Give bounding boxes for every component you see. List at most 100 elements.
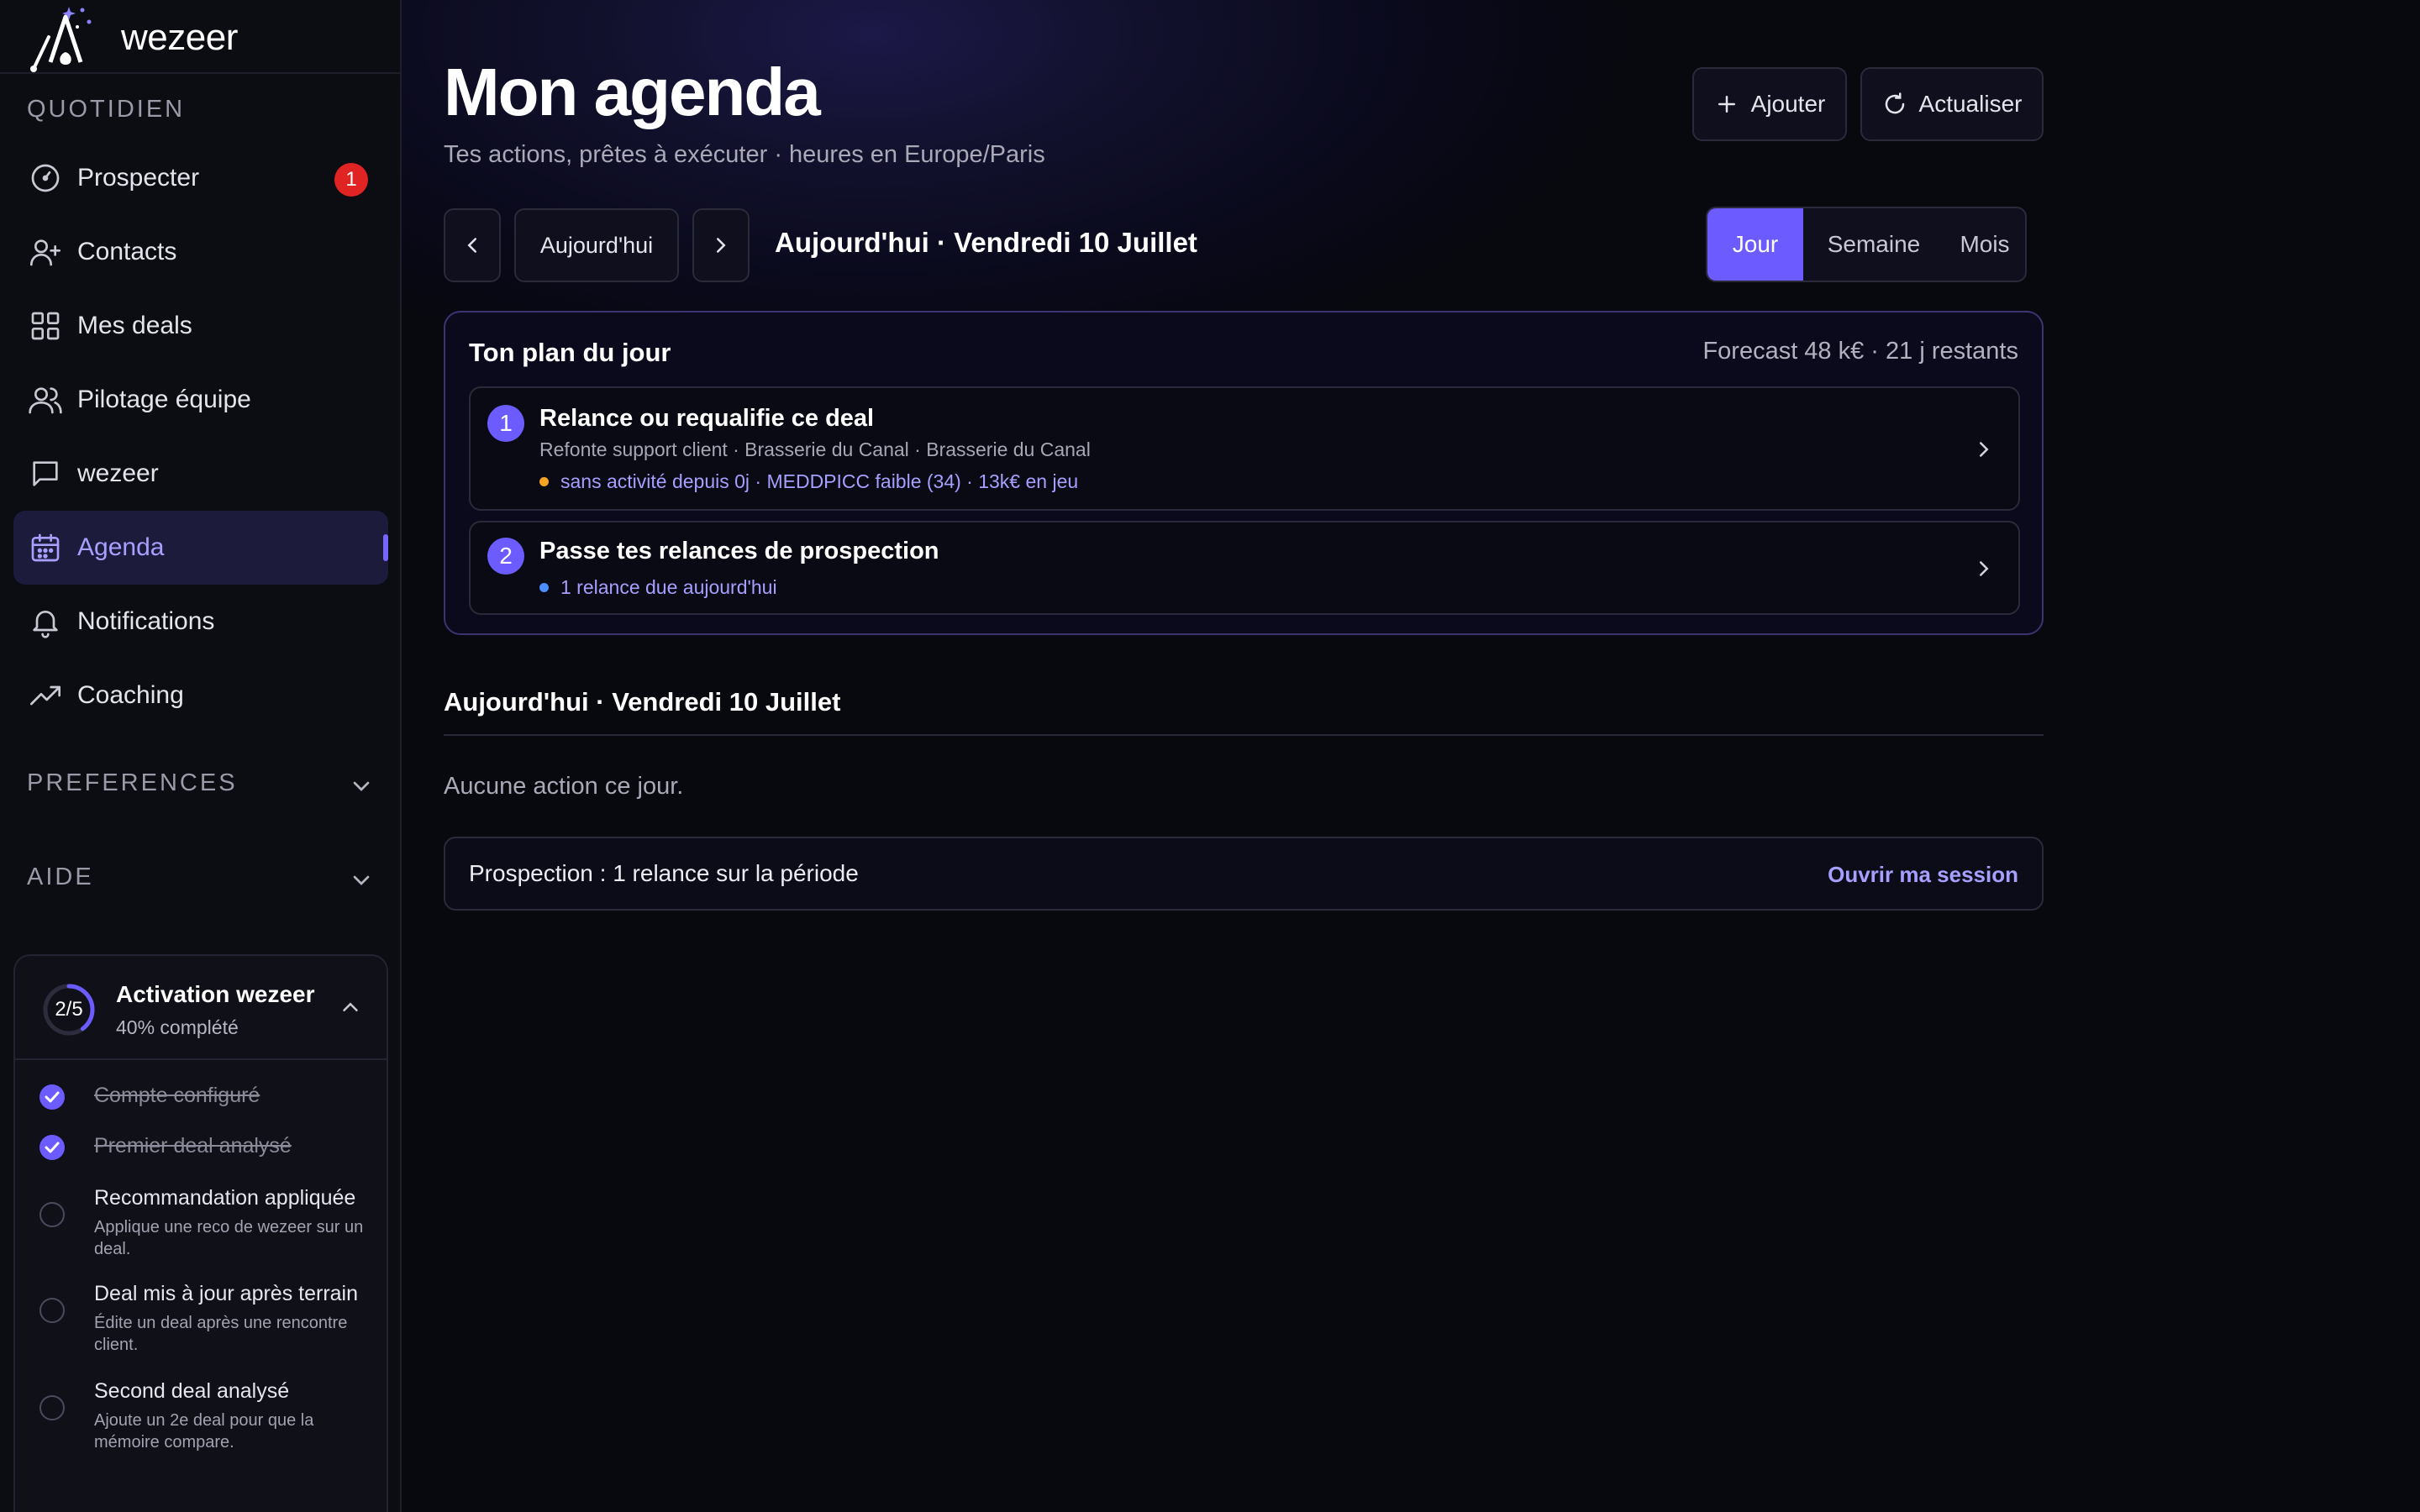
open-session-link[interactable]: Ouvrir ma session (1828, 862, 2018, 888)
gauge-icon (31, 164, 60, 192)
notification-count-badge: 1 (334, 163, 368, 197)
plan-item-number: 2 (487, 538, 524, 575)
checklist-item-description: Édite un deal après une rencontre client… (94, 1314, 348, 1354)
activation-subtitle: 40% complété (116, 1016, 239, 1038)
user-plus-icon (30, 239, 60, 266)
sidebar-item-label: wezeer (77, 459, 159, 487)
checklist-item-description: Applique une reco de wezeer sur un deal. (94, 1218, 364, 1258)
sidebar-item-contacts[interactable]: Contacts (13, 215, 388, 289)
refresh-button-label: Actualiser (1918, 91, 2023, 117)
sidebar-item-wezeer[interactable]: wezeer (13, 437, 388, 511)
grid-icon (31, 312, 60, 340)
wezeer-logo-icon (30, 7, 92, 72)
checklist-item-title: Deal mis à jour après terrain (94, 1282, 359, 1305)
brand[interactable]: wezeer (27, 3, 238, 72)
empty-circle-icon (39, 1202, 65, 1227)
sidebar-item-prospecter[interactable]: Prospecter 1 (13, 141, 388, 215)
sidebar-item-label: Coaching (77, 681, 184, 709)
daily-plan-panel: Ton plan du jour Forecast 48 k€ · 21 j r… (444, 311, 2044, 635)
status-dot (539, 583, 549, 592)
section-label-daily: QUOTIDIEN (27, 96, 186, 123)
checklist-item-title: Premier deal analysé (94, 1134, 292, 1158)
refresh-icon (1885, 92, 1904, 114)
view-day-tab[interactable]: Jour (1707, 208, 1803, 281)
activation-card: 2/5 Activation wezeer 40% complété Compt… (13, 954, 388, 1512)
plan-item[interactable]: 1 Relance ou requalifie ce deal Refonte … (469, 386, 2020, 511)
calendar-icon (31, 533, 60, 562)
chevron-left-icon (467, 238, 476, 253)
chevron-down-icon[interactable] (348, 867, 375, 894)
progress-ring-label: 2/5 (55, 998, 83, 1021)
day-heading: Aujourd'hui · Vendredi 10 Juillet (444, 687, 841, 717)
brand-name: wezeer (121, 17, 238, 58)
sidebar-item-notifications[interactable]: Notifications (13, 585, 388, 659)
sidebar-item-pilotage-equipe[interactable]: Pilotage équipe (13, 363, 388, 437)
add-button-label: Ajouter (1750, 91, 1826, 117)
plan-item-meta-text: sans activité depuis 0j · MEDDPICC faibl… (560, 470, 1079, 492)
page-title: Mon agenda (444, 55, 821, 129)
chevron-right-icon (717, 238, 726, 253)
status-dot (539, 477, 549, 486)
chevron-down-icon[interactable] (348, 773, 375, 800)
forecast-summary: Forecast 48 k€ · 21 j restants (1702, 338, 2018, 365)
sidebar-item-label: Agenda (77, 533, 165, 561)
sidebar-item-mes-deals[interactable]: Mes deals (13, 289, 388, 363)
sidebar-item-agenda[interactable]: Agenda (13, 511, 388, 585)
checklist-item-title: Second deal analysé (94, 1379, 290, 1403)
view-week-tab[interactable]: Semaine (1803, 208, 1944, 281)
next-period-button[interactable] (692, 208, 750, 282)
checklist-item-title: Recommandation appliquée (94, 1186, 356, 1210)
plan-item-meta-text: 1 relance due aujourd'hui (560, 576, 777, 598)
sidebar-item-label: Prospecter (77, 164, 200, 192)
prospection-banner: Prospection : 1 relance sur la période O… (444, 837, 2044, 911)
empty-circle-icon (39, 1298, 65, 1323)
today-button-label: Aujourd'hui (539, 232, 654, 258)
sidebar-item-coaching[interactable]: Coaching (13, 659, 388, 732)
chevron-right-icon (1980, 442, 1989, 457)
chat-icon (33, 461, 58, 486)
check-circle-icon (39, 1084, 65, 1110)
refresh-button[interactable]: Actualiser (1860, 67, 2044, 141)
daily-plan-title: Ton plan du jour (469, 338, 671, 367)
add-button[interactable]: Ajouter (1692, 67, 1847, 141)
section-label-preferences[interactable]: PREFERENCES (27, 769, 238, 797)
view-switcher: Jour Semaine Mois (1706, 207, 2027, 282)
users-icon (29, 387, 62, 414)
page-subtitle: Tes actions, prêtes à exécuter · heures … (444, 141, 1045, 168)
current-date-title: Aujourd'hui · Vendredi 10 Juillet (775, 227, 1197, 258)
plan-item-title: Passe tes relances de prospection (539, 538, 939, 564)
plus-icon (1718, 96, 1735, 113)
app-root: wezeer QUOTIDIEN Prospecter 1 Contacts M… (0, 0, 2420, 1512)
trending-up-icon (30, 685, 60, 706)
activation-title: Activation wezeer (116, 981, 315, 1007)
divider (444, 734, 2044, 736)
section-label-help[interactable]: AIDE (27, 864, 94, 891)
empty-circle-icon (39, 1395, 65, 1420)
plan-item-meta: 1 relance due aujourd'hui (539, 576, 777, 599)
view-month-tab[interactable]: Mois (1944, 208, 2025, 281)
checklist-item-description: Ajoute un 2e deal pour que la mémoire co… (94, 1411, 314, 1452)
check-circle-icon (39, 1135, 65, 1160)
chevron-up-icon[interactable] (338, 995, 363, 1020)
today-button[interactable]: Aujourd'hui (514, 208, 679, 282)
plan-item-title: Relance ou requalifie ce deal (539, 405, 875, 432)
plan-item-subtitle: Refonte support client · Brasserie du Ca… (539, 438, 1091, 460)
checklist-item-title: Compte configuré (94, 1084, 260, 1107)
sidebar: wezeer QUOTIDIEN Prospecter 1 Contacts M… (0, 0, 402, 1512)
plan-item[interactable]: 2 Passe tes relances de prospection 1 re… (469, 521, 2020, 615)
activation-header[interactable]: 2/5 Activation wezeer 40% complété (15, 956, 387, 1060)
sidebar-item-label: Notifications (77, 607, 215, 635)
sidebar-item-label: Mes deals (77, 312, 192, 339)
prospection-summary: Prospection : 1 relance sur la période (469, 860, 859, 886)
main-content: Mon agenda Tes actions, prêtes à exécute… (402, 0, 2420, 1512)
bell-icon (33, 611, 58, 638)
previous-period-button[interactable] (444, 208, 501, 282)
divider (0, 72, 400, 74)
plan-item-number: 1 (487, 405, 524, 442)
chevron-right-icon (1980, 561, 1989, 576)
sidebar-item-label: Pilotage équipe (77, 386, 251, 413)
active-indicator (383, 534, 388, 561)
sidebar-item-label: Contacts (77, 238, 177, 265)
empty-state-text: Aucune action ce jour. (444, 773, 684, 800)
plan-item-meta: sans activité depuis 0j · MEDDPICC faibl… (539, 470, 1078, 493)
